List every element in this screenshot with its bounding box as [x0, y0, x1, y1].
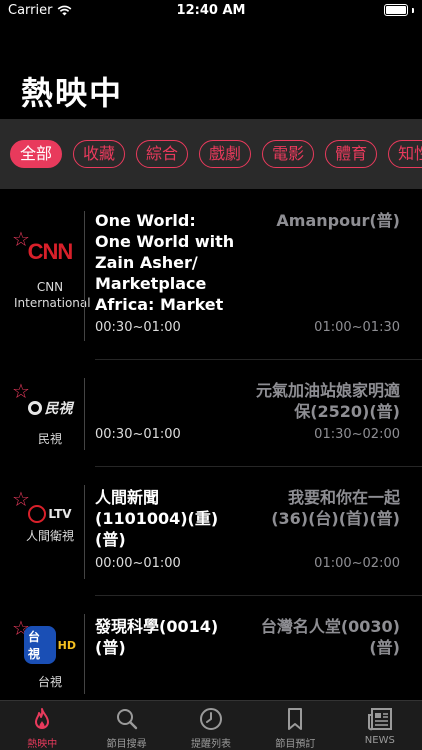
- filter-chip-movies[interactable]: 電影: [262, 140, 315, 168]
- status-time: 12:40 AM: [176, 3, 246, 18]
- ttv-logo: 台視 HD: [24, 626, 76, 664]
- row-separator: [84, 211, 85, 341]
- current-program-title: 發現科學(0014) (普): [95, 617, 219, 657]
- tab-label: 提醒列表: [191, 739, 232, 750]
- channel-list[interactable]: ☆ CNN CNN International One World: One W…: [0, 189, 422, 700]
- tab-now-showing[interactable]: 熱映中: [0, 701, 84, 750]
- current-program-time: 00:30~01:00: [95, 320, 181, 335]
- current-program-title: One World: One World with Zain Asher/ Ma…: [95, 211, 235, 314]
- search-icon: [116, 709, 137, 730]
- next-program-time: 01:30~02:00: [314, 427, 400, 442]
- tab-reminders[interactable]: 提醒列表: [169, 701, 253, 750]
- cnn-logo: CNN: [27, 239, 74, 264]
- tab-label: NEWS: [364, 735, 395, 746]
- row-separator: [84, 485, 85, 579]
- channel-row[interactable]: ☆ CNN CNN International One World: One W…: [0, 189, 422, 360]
- filter-chips: 全部 收藏 綜合 戲劇 電影 體育 知性: [10, 140, 422, 168]
- current-program-title: 人間新聞 (1101004)(重) (普): [95, 488, 219, 549]
- tab-bookings[interactable]: 節目預訂: [253, 701, 337, 750]
- ltv-logo: LTV: [24, 501, 76, 527]
- channel-name: 民視: [37, 432, 62, 446]
- row-separator: [84, 378, 85, 450]
- clock-icon: [200, 708, 223, 730]
- next-program-title: Amanpour(普): [276, 211, 400, 230]
- channel-name: 人間衛視: [25, 529, 74, 543]
- status-right: [384, 4, 414, 16]
- current-program-time: 00:00~01:00: [95, 556, 181, 571]
- next-program-time: 01:00~01:30: [314, 320, 400, 335]
- filter-chip-favorites[interactable]: 收藏: [73, 140, 126, 168]
- filter-bar[interactable]: 全部 收藏 綜合 戲劇 電影 體育 知性: [0, 119, 422, 189]
- hd-badge: HD: [57, 638, 76, 652]
- filter-chip-drama[interactable]: 戲劇: [199, 140, 252, 168]
- row-separator: [84, 614, 85, 694]
- next-program-title: 元氣加油站娘家明適保(2520)(普): [255, 381, 400, 421]
- channel-name: CNN International: [14, 280, 91, 310]
- tab-news[interactable]: NEWS: [338, 701, 422, 750]
- channel-row[interactable]: ☆ 民視 民視 00:30~01:00 元氣加油站娘家明適保(2520)(普) …: [0, 360, 422, 467]
- tab-label: 節目預訂: [275, 739, 316, 750]
- tab-label: 節目搜尋: [106, 739, 147, 750]
- bookmark-icon: [288, 708, 303, 730]
- ftv-logo: 民視: [24, 395, 76, 421]
- channel-row[interactable]: ☆ LTV 人間衛視 人間新聞 (1101004)(重) (普) 00:00~0…: [0, 467, 422, 596]
- next-program-time: 01:00~02:00: [314, 556, 400, 571]
- channel-row[interactable]: ☆ 台視 HD 台視 發現科學(0014) (普) 台灣名人堂(0030) (普…: [0, 596, 422, 700]
- next-program-title: 台灣名人堂(0030) (普): [260, 617, 400, 657]
- status-bar: Carrier 12:40 AM: [0, 0, 422, 24]
- filter-chip-variety[interactable]: 綜合: [136, 140, 189, 168]
- filter-chip-sports[interactable]: 體育: [325, 140, 378, 168]
- next-program-title: 我要和你在一起 (36)(台)(首)(普): [271, 488, 400, 528]
- tab-bar: 熱映中 節目搜尋 提醒列表 節目預訂 NEWS: [0, 700, 422, 750]
- flame-icon: [35, 708, 50, 729]
- channel-name: 台視: [37, 675, 62, 689]
- battery-tip: [412, 7, 414, 13]
- battery-icon: [384, 4, 408, 16]
- tab-search[interactable]: 節目搜尋: [84, 701, 168, 750]
- page-title: 熱映中: [21, 74, 124, 112]
- current-program-time: 00:30~01:00: [95, 427, 181, 442]
- newspaper-icon: [367, 708, 392, 731]
- tab-label: 熱映中: [27, 739, 58, 750]
- filter-chip-all[interactable]: 全部: [10, 140, 63, 168]
- filter-chip-knowledge[interactable]: 知性: [388, 140, 422, 168]
